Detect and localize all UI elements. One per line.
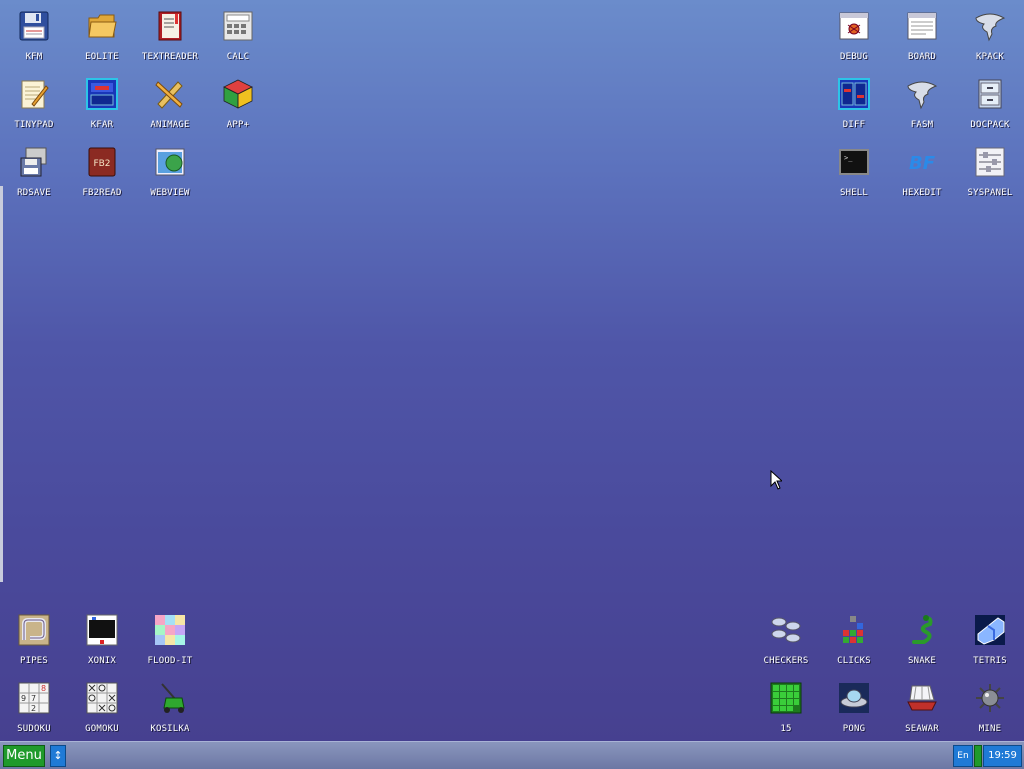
desktop-icon-eolite[interactable]: EOLITE	[68, 0, 136, 62]
desktop-icon-pipes[interactable]: PIPES	[0, 604, 68, 666]
calculator-icon	[223, 11, 253, 41]
icon-label: MINE	[978, 724, 1002, 734]
svg-text:>_: >_	[844, 154, 853, 162]
icon-label: SYSPANEL	[967, 188, 1013, 198]
desktop-icon-mine[interactable]: MINE	[956, 672, 1024, 734]
tray-separator	[974, 745, 982, 767]
desktop-icon-xonix[interactable]: XONIX	[68, 604, 136, 666]
icon-label: DOCPACK	[970, 120, 1010, 130]
globe-window-icon	[155, 148, 185, 176]
desktop-icon-hexedit[interactable]: BF HEXEDIT	[888, 136, 956, 198]
desktop-icon-calc[interactable]: CALC	[204, 0, 272, 62]
cabinet-icon	[978, 79, 1002, 109]
tornado-icon	[907, 81, 938, 110]
svg-text:2: 2	[31, 704, 36, 713]
desktop-icon-tinypad[interactable]: TINYPAD	[0, 68, 68, 130]
snake-icon	[912, 615, 933, 644]
icon-label: WEBVIEW	[150, 188, 190, 198]
diff-panels-icon	[838, 78, 870, 110]
desktop-icon-shell[interactable]: >_ SHELL	[820, 136, 888, 198]
taskbar: Menu ↕ En 19:59	[0, 741, 1024, 769]
bug-window-icon	[839, 12, 869, 40]
blocks-icon	[843, 616, 863, 643]
board-window-icon	[907, 12, 937, 40]
desktop-icon-flood-it[interactable]: FLOOD-IT	[136, 604, 204, 666]
desktop-icon-webview[interactable]: WEBVIEW	[136, 136, 204, 198]
xonix-icon	[86, 614, 118, 646]
clock[interactable]: 19:59	[983, 745, 1022, 767]
floppy-disk-icon	[19, 11, 49, 41]
svg-text:8: 8	[41, 684, 46, 693]
sliders-icon	[975, 147, 1005, 177]
desktop-icon-tetris[interactable]: TETRIS	[956, 604, 1024, 666]
desktop-icon-rdsave[interactable]: RDSAVE	[0, 136, 68, 198]
dual-panel-icon	[86, 78, 118, 110]
desktop-icon-textreader[interactable]: TEXTREADER	[136, 0, 204, 62]
desktop: KFM EOLITE TEXTREADER CALC TINYPAD KFAR …	[0, 0, 1024, 741]
desktop-icon-15[interactable]: 15	[752, 672, 820, 734]
layout-toggle-button[interactable]: ↕	[50, 745, 66, 767]
left-edge-handle[interactable]	[0, 186, 3, 582]
icon-label: CALC	[226, 52, 250, 62]
desktop-icon-docpack[interactable]: DOCPACK	[956, 68, 1024, 130]
desktop-icon-kfm[interactable]: KFM	[0, 0, 68, 62]
ufo-icon	[839, 683, 869, 713]
lawnmower-icon	[161, 683, 185, 713]
desktop-icon-debug[interactable]: DEBUG	[820, 0, 888, 62]
desktop-icon-snake[interactable]: SNAKE	[888, 604, 956, 666]
icon-label: KOSILKA	[150, 724, 190, 734]
icon-label: FLOOD-IT	[147, 656, 193, 666]
language-indicator[interactable]: En	[953, 745, 973, 767]
save-disk-icon	[20, 147, 47, 177]
svg-text:9: 9	[21, 694, 26, 703]
desktop-icon-sudoku[interactable]: 9782 SUDOKU	[0, 672, 68, 734]
terminal-icon: >_	[839, 149, 869, 175]
desktop-icon-board[interactable]: BOARD	[888, 0, 956, 62]
mine-icon	[976, 684, 1004, 712]
fb2-book-icon: FB2	[88, 147, 116, 177]
desktop-icon-kosilka[interactable]: KOSILKA	[136, 672, 204, 734]
desktop-icon-kfar[interactable]: KFAR	[68, 68, 136, 130]
checkers-icon	[771, 617, 801, 643]
tornado-icon	[975, 13, 1006, 42]
notepad-icon	[21, 80, 49, 109]
folder-icon	[88, 14, 117, 38]
desktop-icon-syspanel[interactable]: SYSPANEL	[956, 136, 1024, 198]
icon-label: KPACK	[975, 52, 1005, 62]
pipes-icon	[18, 614, 50, 646]
menu-button[interactable]: Menu	[3, 745, 45, 767]
desktop-icon-animage[interactable]: ANIMAGE	[136, 68, 204, 130]
xo-grid-icon	[86, 682, 118, 714]
desktop-icon-seawar[interactable]: SEAWAR	[888, 672, 956, 734]
puzzle-grid-icon	[770, 682, 802, 714]
desktop-icon-fb2read[interactable]: FB2 FB2READ	[68, 136, 136, 198]
mouse-cursor-icon	[770, 470, 782, 490]
desktop-icon-app-plus[interactable]: APP+	[204, 68, 272, 130]
svg-text:BF: BF	[909, 153, 936, 174]
bf-logo-icon: BF	[909, 153, 936, 174]
ship-icon	[907, 685, 937, 711]
desktop-icon-diff[interactable]: DIFF	[820, 68, 888, 130]
svg-text:7: 7	[31, 694, 36, 703]
book-icon	[158, 11, 182, 41]
desktop-icon-fasm[interactable]: FASM	[888, 68, 956, 130]
svg-text:FB2: FB2	[93, 159, 110, 169]
color-grid-icon	[155, 615, 185, 645]
desktop-icon-checkers[interactable]: CHECKERS	[752, 604, 820, 666]
sudoku-grid-icon: 9 78 2	[18, 682, 50, 714]
icon-label: APP+	[226, 120, 250, 130]
desktop-icon-clicks[interactable]: CLICKS	[820, 604, 888, 666]
desktop-icon-gomoku[interactable]: GOMOKU	[68, 672, 136, 734]
icon-label: TETRIS	[973, 656, 1007, 666]
tetris-icon	[975, 615, 1005, 645]
desktop-icon-kpack[interactable]: KPACK	[956, 0, 1024, 62]
desktop-icon-pong[interactable]: PONG	[820, 672, 888, 734]
pencil-ruler-icon	[155, 81, 183, 109]
cube-icon	[223, 79, 253, 109]
